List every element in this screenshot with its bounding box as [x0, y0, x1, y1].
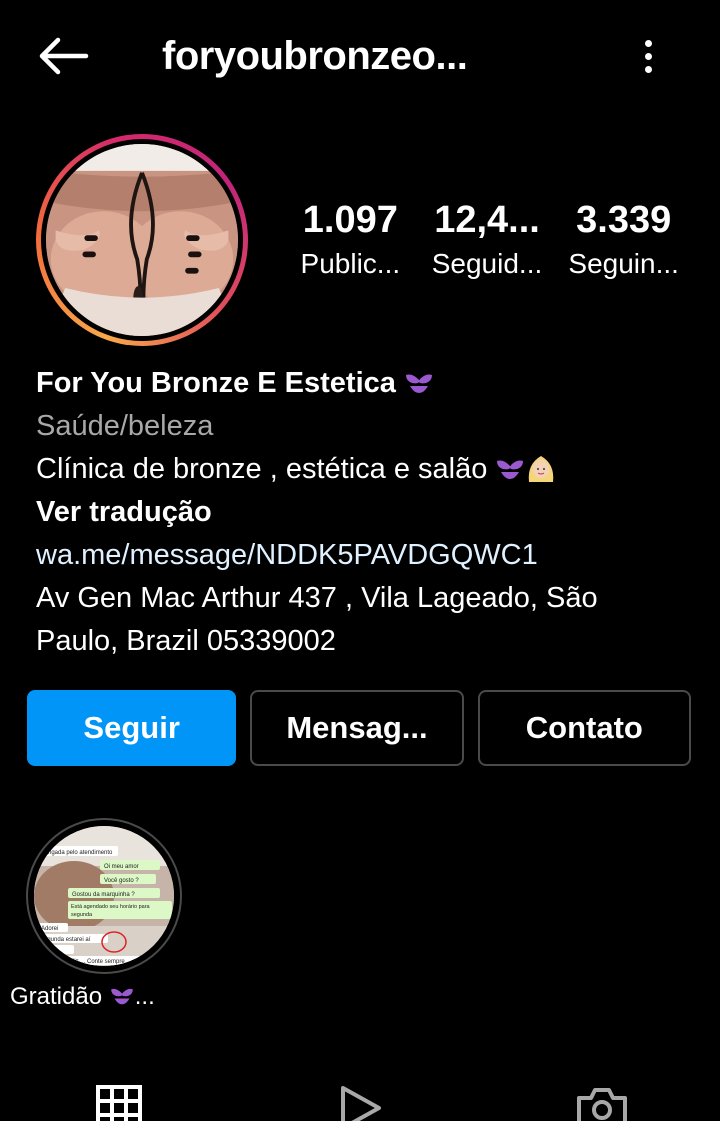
- display-name: For You Bronze E Estetica: [36, 367, 396, 399]
- tab-tagged[interactable]: [575, 1084, 627, 1121]
- chat-bubble-text: Você gosto ?: [104, 878, 139, 884]
- posts-count: 1.097: [302, 199, 398, 241]
- story-ring[interactable]: [36, 134, 248, 346]
- chat-bubble-text: Oi meu amor: [104, 864, 139, 870]
- profile-tabs: [0, 1074, 720, 1121]
- see-translation-link[interactable]: Ver tradução: [36, 491, 686, 534]
- bio-website-link[interactable]: wa.me/message/NDDK5PAVDGQWC1: [36, 534, 686, 577]
- back-button[interactable]: [32, 30, 92, 82]
- tab-reels[interactable]: [335, 1084, 385, 1121]
- profile-stats: 1.097 Public... 12,4... Seguid... 3.339 …: [282, 196, 692, 296]
- chat-bubble-text: feliz ... Conte sempre: [68, 959, 125, 965]
- blonde-woman-icon: [529, 456, 554, 482]
- arrow-left-icon: [39, 37, 89, 75]
- purple-bikini-icon: [110, 988, 133, 1005]
- following-count: 3.339: [576, 199, 672, 241]
- chat-bubble-text: Gostou da marquinha ?: [72, 892, 135, 898]
- stat-following[interactable]: 3.339 Seguin...: [555, 196, 692, 296]
- profile-avatar: [46, 144, 238, 336]
- story-highlight[interactable]: Obrigada pelo atendimento Oi meu amor Vo…: [10, 818, 200, 1012]
- chat-bubble-text: segunda: [71, 912, 93, 918]
- highlight-label: Gratidão ...: [10, 982, 200, 1012]
- following-label: Seguin...: [568, 248, 679, 279]
- profile-screen: foryoubronzeo... 1.097 Public... 12,4...…: [0, 0, 720, 1121]
- address-line-2[interactable]: Paulo, Brazil 05339002: [36, 620, 686, 663]
- chat-screenshot-image: Obrigada pelo atendimento Oi meu amor Vo…: [34, 826, 174, 966]
- profile-actions: Seguir Mensag... Contato: [27, 690, 691, 766]
- tab-posts-grid[interactable]: [95, 1084, 145, 1121]
- stat-followers[interactable]: 12,4... Seguid...: [419, 196, 556, 296]
- chat-bubble-text: beijo: [41, 948, 54, 954]
- followers-count: 12,4...: [434, 199, 540, 241]
- chat-bubble-text: segunda estarei aí: [41, 937, 91, 943]
- contact-button[interactable]: Contato: [477, 690, 691, 766]
- grid-icon: [96, 1085, 142, 1121]
- more-vertical-icon: [644, 39, 652, 47]
- chat-bubble-text: Obrigada pelo atendimento: [40, 850, 113, 856]
- highlight-cover: Obrigada pelo atendimento Oi meu amor Vo…: [34, 826, 174, 966]
- chat-bubble-text: Está agendado seu horário para: [71, 904, 151, 910]
- stat-posts[interactable]: 1.097 Public...: [282, 196, 419, 296]
- posts-label: Public...: [300, 248, 401, 279]
- profile-category: Saúde/beleza: [36, 410, 214, 442]
- message-button[interactable]: Mensag...: [250, 690, 464, 766]
- more-options-button[interactable]: [628, 30, 668, 82]
- chat-bubble-text: Adorei: [41, 926, 58, 932]
- top-bar: foryoubronzeo...: [0, 0, 720, 110]
- address-line-1[interactable]: Av Gen Mac Arthur 437 , Vila Lageado, Sã…: [36, 577, 686, 620]
- bio-description: Clínica de bronze , estética e salão: [36, 453, 488, 485]
- purple-bikini-icon: [497, 460, 524, 479]
- highlight-title: Gratidão: [10, 983, 103, 1010]
- profile-bio: For You Bronze E Estetica Saúde/beleza C…: [36, 362, 686, 663]
- reels-icon: [341, 1086, 381, 1121]
- highlight-ring: Obrigada pelo atendimento Oi meu amor Vo…: [26, 818, 182, 974]
- follow-button[interactable]: Seguir: [27, 690, 237, 766]
- highlight-ellipsis: ...: [134, 983, 155, 1010]
- purple-bikini-icon: [405, 374, 432, 393]
- tagged-icon: [577, 1088, 627, 1121]
- profile-photo: [46, 144, 238, 336]
- profile-username: foryoubronzeo...: [162, 34, 468, 78]
- followers-label: Seguid...: [431, 248, 543, 279]
